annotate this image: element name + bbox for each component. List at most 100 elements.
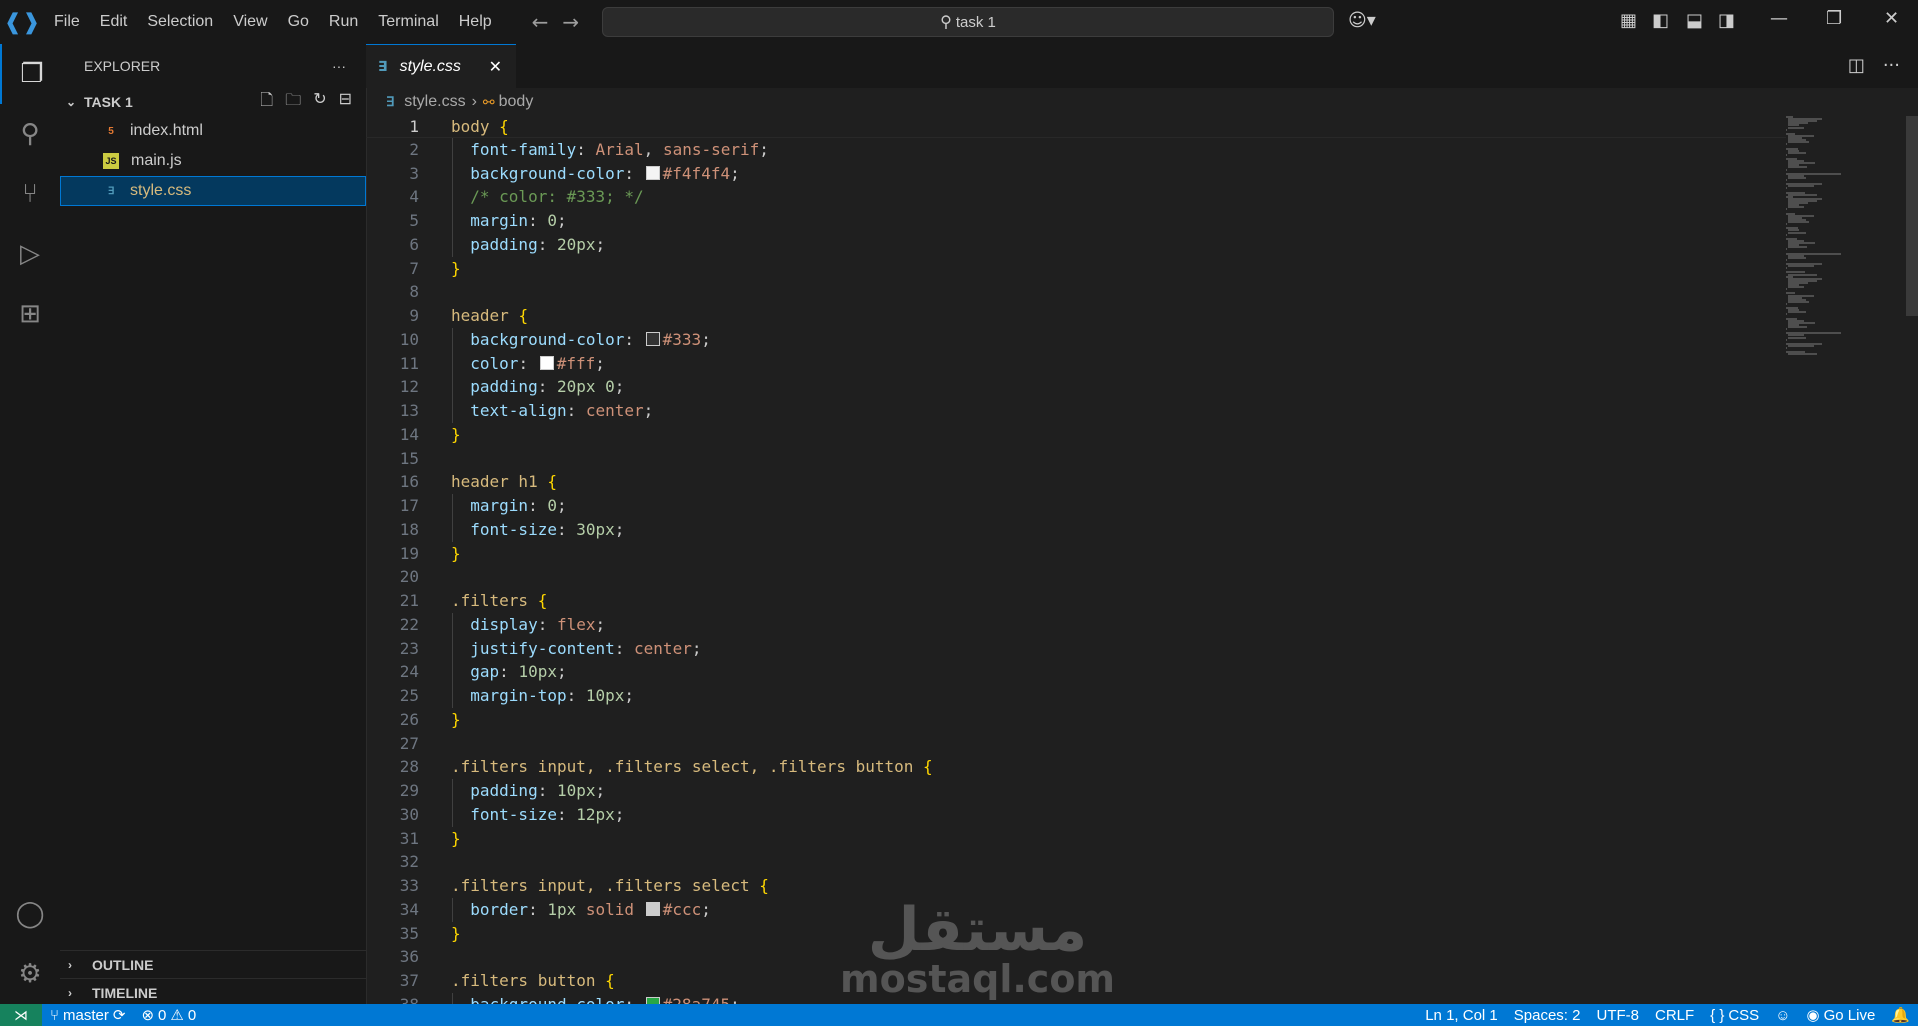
code-line[interactable]: 1 body { — [366, 116, 1786, 138]
folder-task1[interactable]: ⌄ TASK 1 🗋 🗀 ↻ ⊟ — [60, 88, 366, 116]
close-tab-icon[interactable]: ✕ — [489, 57, 502, 76]
code-line[interactable]: 5 margin: 0; — [366, 209, 1786, 233]
cursor-position[interactable]: Ln 1, Col 1 — [1417, 1007, 1506, 1024]
code-text: } — [451, 923, 461, 943]
menu-item-edit[interactable]: Edit — [90, 13, 138, 31]
menu-item-terminal[interactable]: Terminal — [368, 13, 448, 31]
code-line[interactable]: 14} — [366, 423, 1786, 447]
settings-gear-icon[interactable]: ⚙ — [0, 944, 60, 1004]
code-line[interactable]: 27 — [366, 732, 1786, 756]
file-item-main-js[interactable]: JS main.js — [60, 146, 366, 176]
restore-icon[interactable]: ❐ — [1826, 8, 1842, 29]
code-line[interactable]: 8 — [366, 280, 1786, 304]
code-line[interactable]: 23 justify-content: center; — [366, 637, 1786, 661]
code-line[interactable]: 29 padding: 10px; — [366, 779, 1786, 803]
command-center-search[interactable]: ⚲ task 1 — [602, 7, 1334, 37]
code-line[interactable]: 26} — [366, 708, 1786, 732]
code-line[interactable]: 16 header h1 { — [366, 470, 1786, 494]
braces-icon: { } — [1710, 1006, 1725, 1024]
code-line[interactable]: 18 font-size: 30px; — [366, 518, 1786, 542]
code-line[interactable]: 15 — [366, 447, 1786, 471]
file-item-style-css[interactable]: ∃ style.css — [60, 176, 366, 206]
line-endings[interactable]: CRLF — [1647, 1007, 1702, 1024]
forward-arrow-icon[interactable]: → — [562, 10, 579, 34]
code-editor[interactable]: 1 body {2 font-family: Arial, sans-serif;… — [366, 116, 1906, 1004]
indentation[interactable]: Spaces: 2 — [1506, 1007, 1589, 1024]
customize-layout-icon[interactable]: ▦ — [1620, 10, 1637, 31]
code-line[interactable]: 2 font-family: Arial, sans-serif; — [366, 138, 1786, 162]
code-line[interactable]: 21 .filters { — [366, 589, 1786, 613]
outline-section[interactable]: › OUTLINE — [60, 950, 366, 979]
minimap-line — [1788, 300, 1810, 303]
close-window-icon[interactable]: ✕ — [1884, 8, 1899, 29]
minimize-icon[interactable]: — — [1770, 8, 1788, 29]
source-control-icon[interactable]: ⑂ — [0, 164, 60, 224]
menu-item-go[interactable]: Go — [278, 13, 319, 31]
color-swatch[interactable] — [645, 331, 660, 346]
back-arrow-icon[interactable]: ← — [532, 10, 549, 34]
vertical-scrollbar[interactable] — [1904, 116, 1918, 1004]
color-swatch[interactable] — [645, 901, 660, 916]
toggle-secondary-sidebar-icon[interactable]: ◨ — [1718, 10, 1735, 31]
toggle-panel-icon[interactable]: ⬓ — [1686, 10, 1703, 31]
line-number: 34 — [399, 899, 419, 919]
accounts-icon[interactable]: ◯ — [0, 884, 60, 944]
code-line[interactable]: 22 display: flex; — [366, 613, 1786, 637]
color-swatch[interactable] — [539, 355, 554, 370]
color-swatch[interactable] — [645, 165, 660, 180]
timeline-section[interactable]: › TIMELINE — [60, 978, 366, 1007]
collapse-all-icon[interactable]: ⊟ — [339, 89, 352, 116]
menu-item-selection[interactable]: Selection — [137, 13, 223, 31]
branch-status[interactable]: ⑂ master ⟳ — [42, 1006, 133, 1025]
encoding[interactable]: UTF-8 — [1588, 1007, 1647, 1024]
refresh-icon[interactable]: ↻ — [313, 89, 326, 116]
code-line[interactable]: 32 — [366, 850, 1786, 874]
code-line[interactable]: 3 background-color: #f4f4f4; — [366, 162, 1786, 186]
remote-icon[interactable]: ⋊ — [0, 1004, 42, 1026]
code-line[interactable]: 20 — [366, 565, 1786, 589]
search-view-icon[interactable]: ⚲ — [0, 104, 60, 164]
minimap[interactable] — [1786, 116, 1886, 376]
copilot-icon[interactable]: ☺▾ — [1348, 10, 1376, 31]
run-debug-icon[interactable]: ▷ — [0, 224, 60, 284]
code-line[interactable]: 25 margin-top: 10px; — [366, 684, 1786, 708]
file-item-index-html[interactable]: 5 index.html — [60, 116, 366, 146]
code-line[interactable]: 17 margin: 0; — [366, 494, 1786, 518]
code-line[interactable]: 6 padding: 20px; — [366, 233, 1786, 257]
chevron-right-icon: › — [68, 958, 72, 972]
tab-style-css[interactable]: ∃ style.css ✕ — [366, 44, 516, 88]
color-swatch[interactable] — [645, 996, 660, 1004]
code-line[interactable]: 7} — [366, 257, 1786, 281]
new-folder-icon[interactable]: 🗀 — [285, 89, 301, 116]
code-line[interactable]: 30 font-size: 12px; — [366, 803, 1786, 827]
new-file-icon[interactable]: 🗋 — [260, 89, 273, 116]
extensions-icon[interactable]: ⊞ — [0, 284, 60, 344]
more-actions-icon[interactable]: ··· — [1883, 55, 1900, 76]
problems-status[interactable]: ⊗ 0 ⚠ 0 — [133, 1006, 204, 1025]
code-line[interactable]: 9 header { — [366, 304, 1786, 328]
toggle-primary-sidebar-icon[interactable]: ◧ — [1652, 10, 1669, 31]
more-actions-icon[interactable]: ··· — [332, 58, 346, 74]
code-line[interactable]: 10 background-color: #333; — [366, 328, 1786, 352]
breadcrumb-file[interactable]: style.css — [404, 93, 465, 111]
code-line[interactable]: 28 .filters input, .filters select, .filt… — [366, 755, 1786, 779]
code-line[interactable]: 4 /* color: #333; */ — [366, 185, 1786, 209]
explorer-icon[interactable]: ❐ — [0, 44, 62, 104]
language-mode[interactable]: { } CSS — [1702, 1007, 1767, 1024]
breadcrumb-symbol[interactable]: body — [499, 93, 534, 111]
copilot-status-icon[interactable]: ☺ — [1767, 1007, 1798, 1024]
code-line[interactable]: 24 gap: 10px; — [366, 660, 1786, 684]
code-line[interactable]: 11 color: #fff; — [366, 352, 1786, 376]
code-line[interactable]: 13 text-align: center; — [366, 399, 1786, 423]
scrollbar-thumb[interactable] — [1906, 116, 1918, 316]
split-editor-icon[interactable]: ◫ — [1848, 55, 1865, 76]
menu-item-file[interactable]: File — [44, 13, 90, 31]
go-live-button[interactable]: ◉ Go Live — [1799, 1006, 1884, 1025]
menu-item-view[interactable]: View — [223, 13, 277, 31]
code-line[interactable]: 31} — [366, 827, 1786, 851]
code-line[interactable]: 12 padding: 20px 0; — [366, 375, 1786, 399]
menu-item-run[interactable]: Run — [319, 13, 368, 31]
menu-item-help[interactable]: Help — [449, 13, 502, 31]
notifications-icon[interactable]: 🔔 — [1883, 1006, 1918, 1024]
code-line[interactable]: 19} — [366, 542, 1786, 566]
